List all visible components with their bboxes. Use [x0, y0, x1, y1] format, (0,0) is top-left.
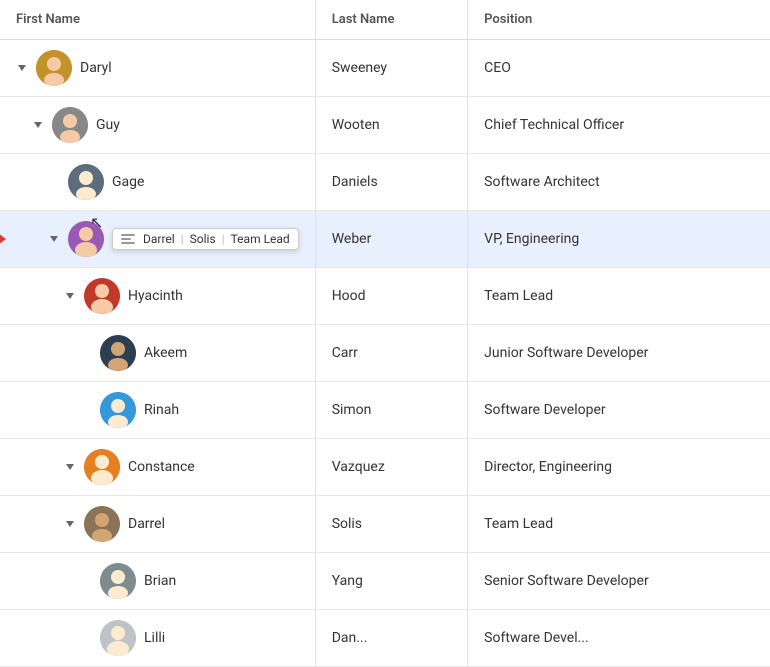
table-row: Gage DanielsSoftware Architect — [0, 154, 770, 211]
table-row: Rinah SimonSoftware Developer — [0, 382, 770, 439]
firstname-cell: Daryl — [0, 40, 315, 97]
position-cell: CEO — [468, 40, 770, 97]
avatar — [36, 50, 72, 86]
firstname-cell: Hyacinth — [0, 268, 315, 325]
avatar — [68, 221, 104, 257]
lastname-cell: Simon — [315, 382, 467, 439]
toggle-button[interactable] — [64, 290, 76, 302]
avatar — [52, 107, 88, 143]
toggle-button[interactable] — [16, 62, 28, 74]
expand-handle — [0, 233, 6, 245]
position-cell: Team Lead — [468, 496, 770, 553]
avatar — [100, 392, 136, 428]
firstname-text: Hyacinth — [128, 288, 183, 304]
toggle-button[interactable] — [32, 119, 44, 131]
toggle-button[interactable] — [48, 233, 60, 245]
firstname-cell: Darrel|Solis|Team Lead↖ — [0, 211, 315, 268]
org-chart-table: First Name Last Name Position Daryl Sween… — [0, 0, 770, 667]
position-cell: Senior Software Developer — [468, 553, 770, 610]
tag-label: Team Lead — [231, 232, 290, 246]
position-cell: Team Lead — [468, 268, 770, 325]
position-cell: Junior Software Developer — [468, 325, 770, 382]
position-cell: VP, Engineering — [468, 211, 770, 268]
firstname-cell: Rinah — [0, 382, 315, 439]
rows-icon — [121, 234, 135, 244]
lastname-cell: Dan... — [315, 610, 467, 667]
firstname-text: Lilli — [144, 630, 165, 646]
table-row: Lilli Dan...Software Devel... — [0, 610, 770, 667]
tag-label: Solis — [190, 232, 216, 246]
position-cell: Director, Engineering — [468, 439, 770, 496]
avatar — [100, 335, 136, 371]
avatar — [84, 506, 120, 542]
table-row: Brian YangSenior Software Developer — [0, 553, 770, 610]
avatar — [84, 278, 120, 314]
lastname-cell: Carr — [315, 325, 467, 382]
firstname-text: Akeem — [144, 345, 187, 361]
firstname-cell: Lilli — [0, 610, 315, 667]
firstname-cell: Darrel — [0, 496, 315, 553]
lastname-cell: Hood — [315, 268, 467, 325]
lastname-cell: Wooten — [315, 97, 467, 154]
toggle-button[interactable] — [64, 518, 76, 530]
col-header-lastname: Last Name — [315, 0, 467, 40]
firstname-text: Daryl — [80, 60, 112, 76]
toggle-button[interactable] — [64, 461, 76, 473]
avatar — [100, 620, 136, 656]
firstname-cell: Guy — [0, 97, 315, 154]
firstname-cell: Akeem — [0, 325, 315, 382]
avatar — [100, 563, 136, 599]
lastname-cell: Daniels — [315, 154, 467, 211]
position-cell: Software Devel... — [468, 610, 770, 667]
position-cell: Chief Technical Officer — [468, 97, 770, 154]
firstname-text: Guy — [96, 117, 120, 133]
lastname-cell: Sweeney — [315, 40, 467, 97]
lastname-cell: Vazquez — [315, 439, 467, 496]
table-row: Hyacinth HoodTeam Lead — [0, 268, 770, 325]
lastname-cell: Solis — [315, 496, 467, 553]
firstname-cell: Gage — [0, 154, 315, 211]
table-row: Constance VazquezDirector, Engineering — [0, 439, 770, 496]
table-row: Guy WootenChief Technical Officer — [0, 97, 770, 154]
firstname-cell: Brian — [0, 553, 315, 610]
firstname-text: Darrel — [128, 516, 165, 532]
table-header-row: First Name Last Name Position — [0, 0, 770, 40]
data-table: First Name Last Name Position Daryl Sween… — [0, 0, 770, 667]
tag-overlay: Darrel|Solis|Team Lead — [112, 228, 299, 250]
position-cell: Software Architect — [468, 154, 770, 211]
table-row: Darrel|Solis|Team Lead↖WeberVP, Engineer… — [0, 211, 770, 268]
tag-label: Darrel — [143, 232, 175, 246]
lastname-cell: Weber — [315, 211, 467, 268]
firstname-text: Constance — [128, 459, 195, 475]
table-row: Darrel SolisTeam Lead — [0, 496, 770, 553]
col-header-firstname: First Name — [0, 0, 315, 40]
position-cell: Software Developer — [468, 382, 770, 439]
lastname-cell: Yang — [315, 553, 467, 610]
firstname-text: Gage — [112, 174, 144, 190]
col-header-position: Position — [468, 0, 770, 40]
firstname-cell: Constance — [0, 439, 315, 496]
avatar — [84, 449, 120, 485]
avatar — [68, 164, 104, 200]
table-row: Daryl SweeneyCEO — [0, 40, 770, 97]
firstname-text: Rinah — [144, 402, 179, 418]
table-row: Akeem CarrJunior Software Developer — [0, 325, 770, 382]
firstname-text: Brian — [144, 573, 176, 589]
